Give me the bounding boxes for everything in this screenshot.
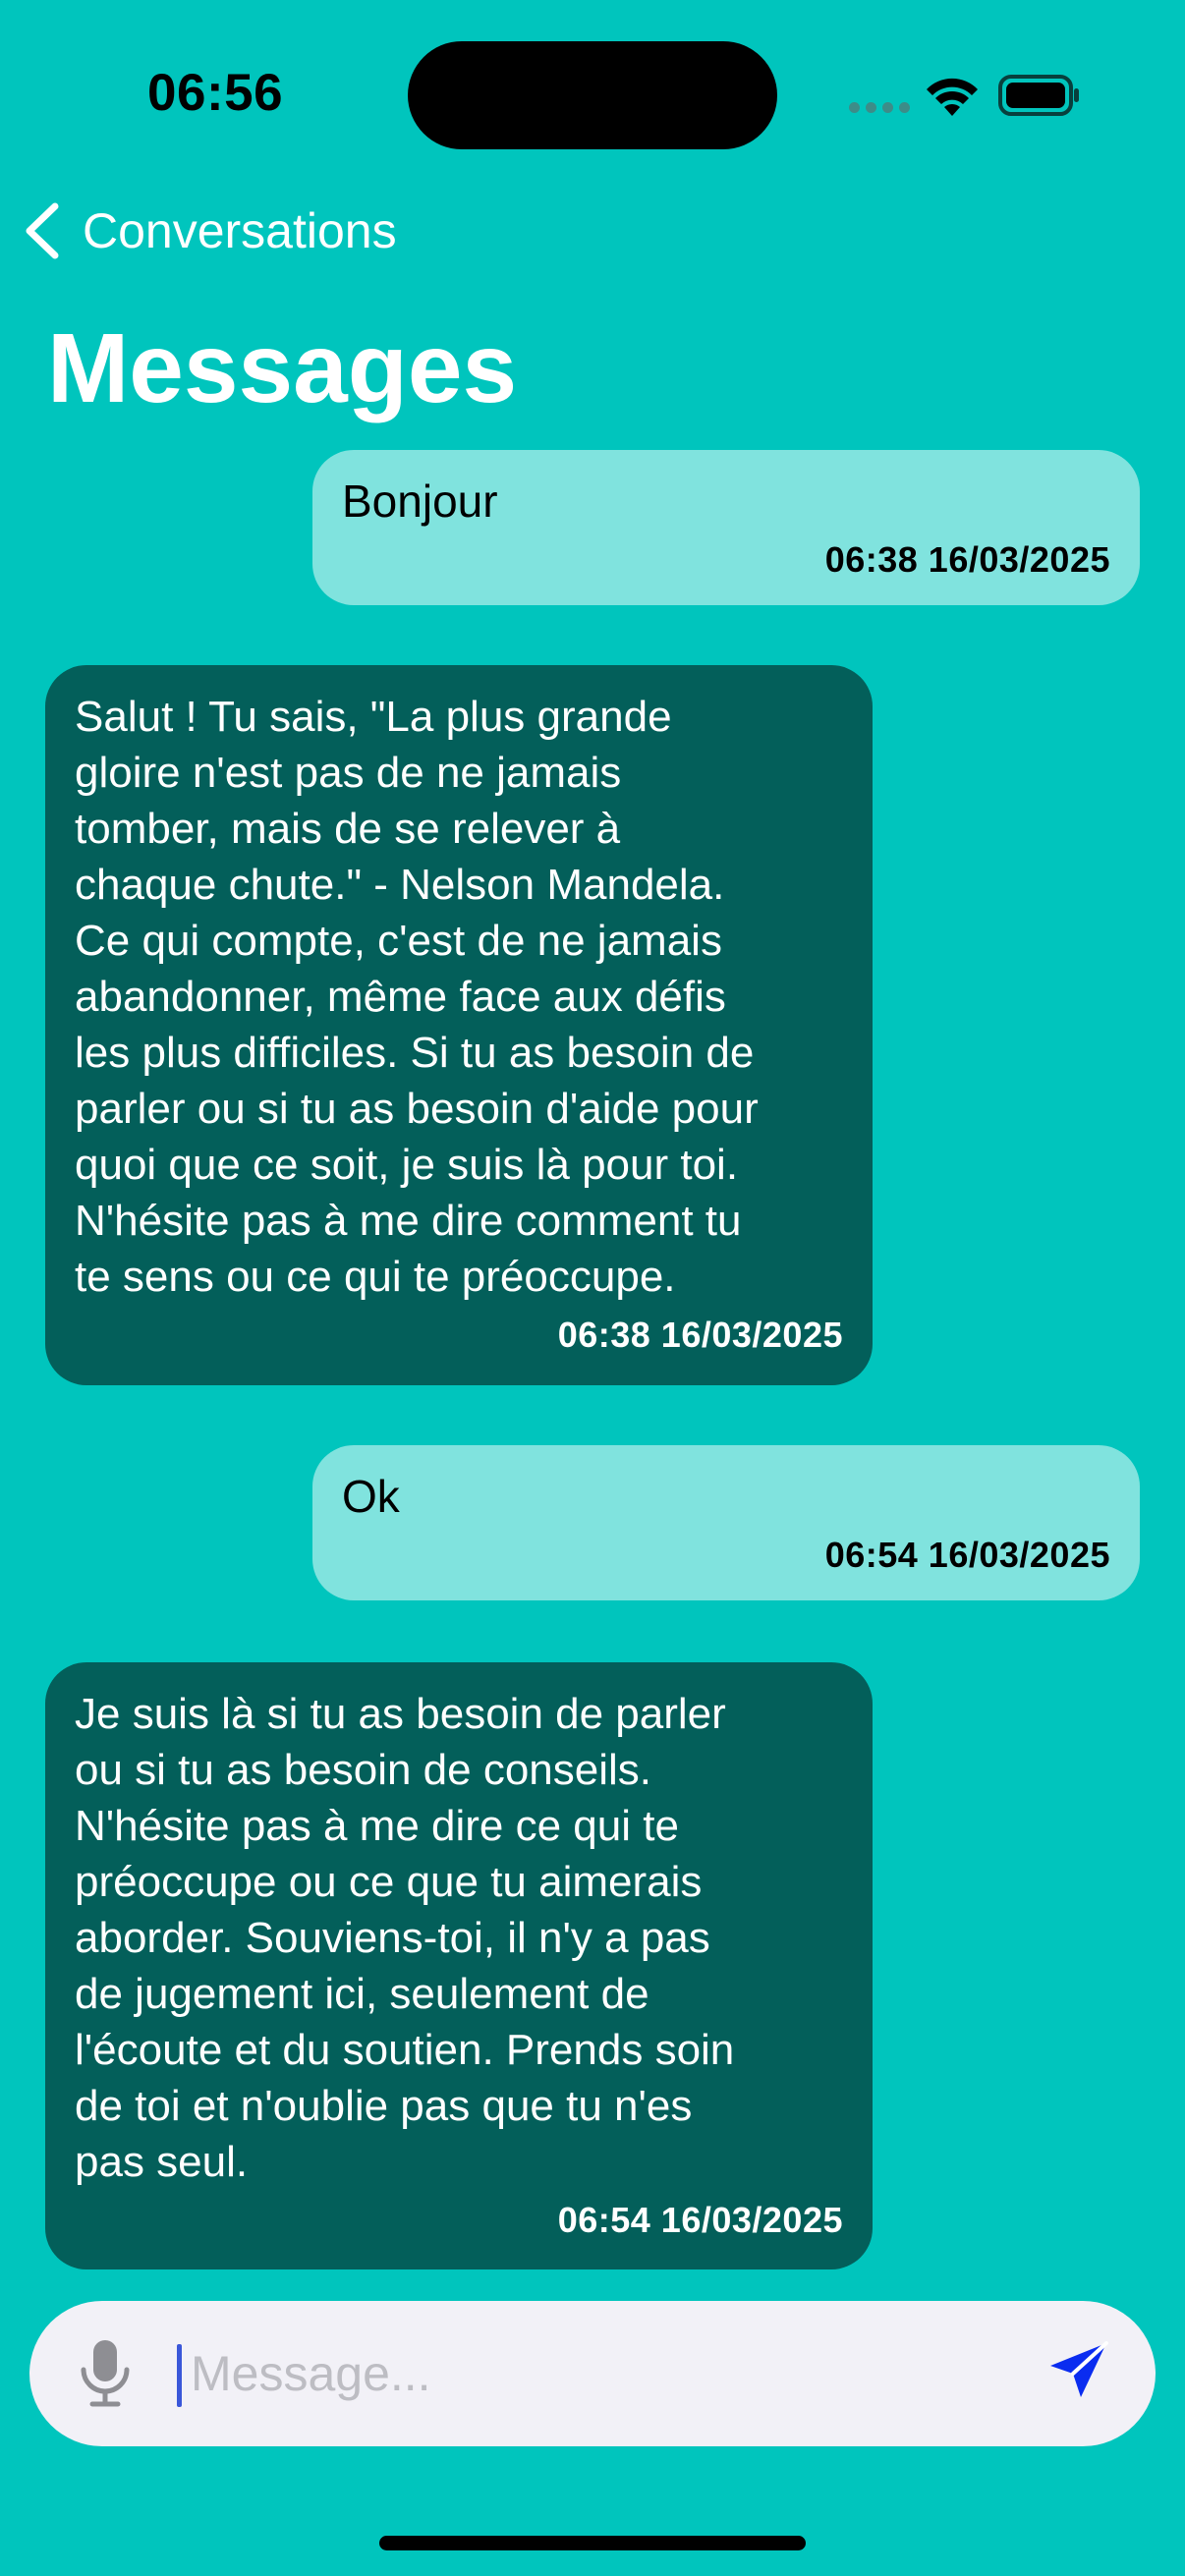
message-text: Je suis là si tu as besoin de parler ou … bbox=[75, 1690, 735, 2186]
back-button-label: Conversations bbox=[83, 203, 397, 258]
message-timestamp: 06:54 16/03/2025 bbox=[557, 2200, 843, 2240]
wifi-icon bbox=[924, 73, 981, 121]
message-bubble-sent: Bonjour 06:38 16/03/2025 bbox=[312, 450, 1140, 605]
microphone-icon[interactable] bbox=[79, 2338, 132, 2414]
status-bar: 06:56 bbox=[0, 0, 1185, 187]
dynamic-island bbox=[408, 41, 777, 149]
home-indicator[interactable] bbox=[379, 2536, 806, 2550]
message-bubble-received: Salut ! Tu sais, "La plus grande gloire … bbox=[45, 665, 873, 1385]
message-text: Bonjour bbox=[342, 476, 498, 527]
chevron-left-icon bbox=[26, 202, 59, 259]
message-input[interactable] bbox=[177, 2334, 1042, 2413]
message-composer bbox=[29, 2301, 1156, 2446]
send-button[interactable] bbox=[1047, 2340, 1110, 2406]
cellular-signal-icon bbox=[849, 102, 910, 116]
message-timestamp: 06:54 16/03/2025 bbox=[824, 1535, 1110, 1575]
message-text: Salut ! Tu sais, "La plus grande gloire … bbox=[75, 693, 759, 1301]
back-button[interactable]: Conversations bbox=[24, 196, 397, 265]
message-timestamp: 06:38 16/03/2025 bbox=[557, 1315, 843, 1355]
message-text: Ok bbox=[342, 1471, 400, 1522]
message-bubble-received: Je suis là si tu as besoin de parler ou … bbox=[45, 1662, 873, 2269]
message-timestamp: 06:38 16/03/2025 bbox=[824, 539, 1110, 580]
battery-icon bbox=[998, 75, 1081, 121]
message-bubble-sent: Ok 06:54 16/03/2025 bbox=[312, 1445, 1140, 1600]
status-time: 06:56 bbox=[147, 64, 284, 122]
page-title: Messages bbox=[47, 313, 518, 423]
paper-plane-icon bbox=[1050, 2341, 1108, 2397]
